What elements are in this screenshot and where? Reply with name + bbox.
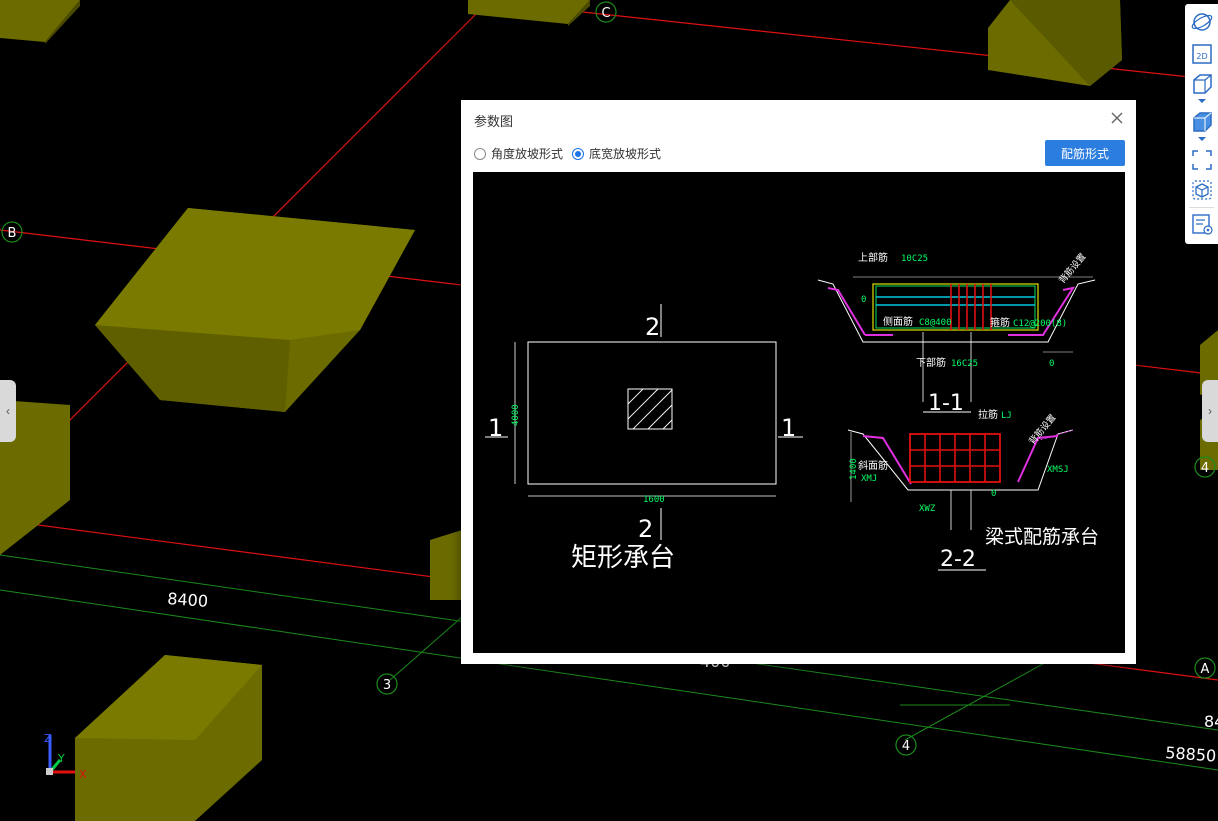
svg-text:LJ: LJ [1001, 411, 1012, 421]
svg-text:4: 4 [1201, 461, 1209, 476]
3d-box-icon[interactable] [1190, 72, 1214, 96]
section-label-1-1: 1-1 [928, 391, 964, 416]
svg-text:1600: 1600 [643, 495, 665, 505]
svg-text:A: A [1201, 662, 1210, 677]
section-1-1: 上部筋 10C25 侧面筋 C8@400 箍筋 C12@200(8) 下部筋 1… [817, 251, 1096, 416]
svg-text:2: 2 [645, 313, 660, 341]
svg-text:4: 4 [902, 739, 910, 754]
chevron-down-icon[interactable] [1197, 136, 1207, 142]
section-2-2: 拉筋 LJ 斜面筋 XMJ XMSJ XWZ 1400 0 背筋设置 梁式配筋承… [847, 408, 1099, 572]
dimension-label: 58850 [1165, 743, 1217, 766]
svg-text:2: 2 [638, 515, 653, 543]
3d-solid-icon[interactable] [1190, 110, 1214, 134]
dialog-title: 参数图 [474, 114, 514, 129]
pile-cap-sloped [95, 208, 415, 412]
svg-text:箍筋: 箍筋 [990, 316, 1010, 329]
plan-view: 2 2 1 1 1600 4000 矩形承台 [485, 304, 803, 573]
svg-text:Z: Z [44, 732, 52, 745]
rebar-form-button[interactable]: 配筋形式 [1045, 140, 1125, 166]
radio-label: 角度放坡形式 [491, 147, 564, 161]
svg-text:1: 1 [488, 414, 503, 442]
svg-text:0: 0 [1049, 359, 1054, 369]
svg-text:背筋设置: 背筋设置 [1056, 251, 1088, 286]
svg-text:下部筋: 下部筋 [916, 356, 946, 369]
svg-text:C: C [601, 6, 610, 21]
view-toolbar: 2D [1185, 4, 1218, 244]
parameter-dialog: 参数图 角度放坡形式 底宽放坡形式 配筋形式 2 2 1 1 1600 4000… [461, 100, 1136, 664]
svg-text:0: 0 [991, 489, 996, 499]
svg-text:2D: 2D [1196, 52, 1207, 61]
plan-caption: 矩形承台 [571, 543, 675, 573]
svg-text:斜面筋: 斜面筋 [858, 459, 888, 472]
svg-text:16C25: 16C25 [951, 359, 978, 369]
radio-label: 底宽放坡形式 [589, 147, 662, 161]
svg-text:Y: Y [57, 752, 65, 765]
axis-bubble-c: C [595, 1, 617, 23]
svg-text:4000: 4000 [511, 404, 521, 426]
pile-cap-bottom [75, 655, 262, 821]
svg-text:拉筋: 拉筋 [978, 408, 998, 421]
zoom-extents-icon[interactable] [1190, 148, 1214, 172]
svg-text:0: 0 [861, 295, 866, 305]
pile-cap-mid [430, 530, 462, 600]
2d-view-icon[interactable]: 2D [1190, 42, 1214, 66]
pile-cap-topright [988, 0, 1122, 86]
radio-checked-icon [572, 147, 584, 160]
dimension-label: 84 [1204, 712, 1218, 731]
svg-text:C8@400: C8@400 [919, 318, 952, 328]
parameter-drawing: 2 2 1 1 1600 4000 矩形承台 上部筋 10C25 侧面筋 C8@… [473, 172, 1125, 653]
chevron-down-icon[interactable] [1197, 98, 1207, 104]
svg-text:背筋设置: 背筋设置 [1026, 412, 1058, 447]
svg-text:10C25: 10C25 [901, 254, 928, 264]
axis-bubble-3: 3 [376, 673, 398, 695]
pile-cap-top [468, 0, 590, 26]
svg-text:1: 1 [781, 414, 796, 442]
radio-angle-slope[interactable]: 角度放坡形式 [474, 145, 563, 162]
svg-text:上部筋: 上部筋 [858, 251, 888, 264]
chevron-right-icon: › [1208, 404, 1212, 418]
right-panel-toggle[interactable]: › [1202, 380, 1218, 442]
svg-text:B: B [8, 226, 17, 241]
rotate-view-icon[interactable] [1190, 10, 1214, 34]
drawing-svg: 2 2 1 1 1600 4000 矩形承台 上部筋 10C25 侧面筋 C8@… [485, 251, 1099, 573]
svg-text:XMSJ: XMSJ [1047, 465, 1069, 475]
beam-caption: 梁式配筋承台 [985, 526, 1099, 548]
radio-bottom-width-slope[interactable]: 底宽放坡形式 [572, 145, 661, 162]
axis-bubble-a: A [1194, 657, 1216, 679]
svg-text:3: 3 [383, 678, 391, 693]
svg-text:侧面筋: 侧面筋 [883, 315, 913, 328]
properties-view-icon[interactable] [1190, 212, 1214, 236]
svg-text:XWZ: XWZ [919, 504, 936, 514]
svg-text:C12@200(8): C12@200(8) [1013, 319, 1067, 329]
svg-text:1400: 1400 [849, 458, 859, 480]
section-label-2-2: 2-2 [940, 547, 976, 572]
svg-text:X: X [79, 768, 87, 781]
radio-unchecked-icon [474, 147, 486, 160]
divider [1189, 207, 1214, 208]
dimension-label: 8400 [167, 589, 209, 611]
pile-cap-topleft [0, 0, 80, 44]
chevron-left-icon: ‹ [6, 404, 10, 418]
left-panel-toggle[interactable]: ‹ [0, 380, 16, 442]
close-icon[interactable] [1108, 109, 1126, 127]
svg-text:XMJ: XMJ [861, 474, 877, 484]
isometric-icon[interactable] [1190, 178, 1214, 202]
axis-bubble-4: 4 [895, 734, 917, 756]
